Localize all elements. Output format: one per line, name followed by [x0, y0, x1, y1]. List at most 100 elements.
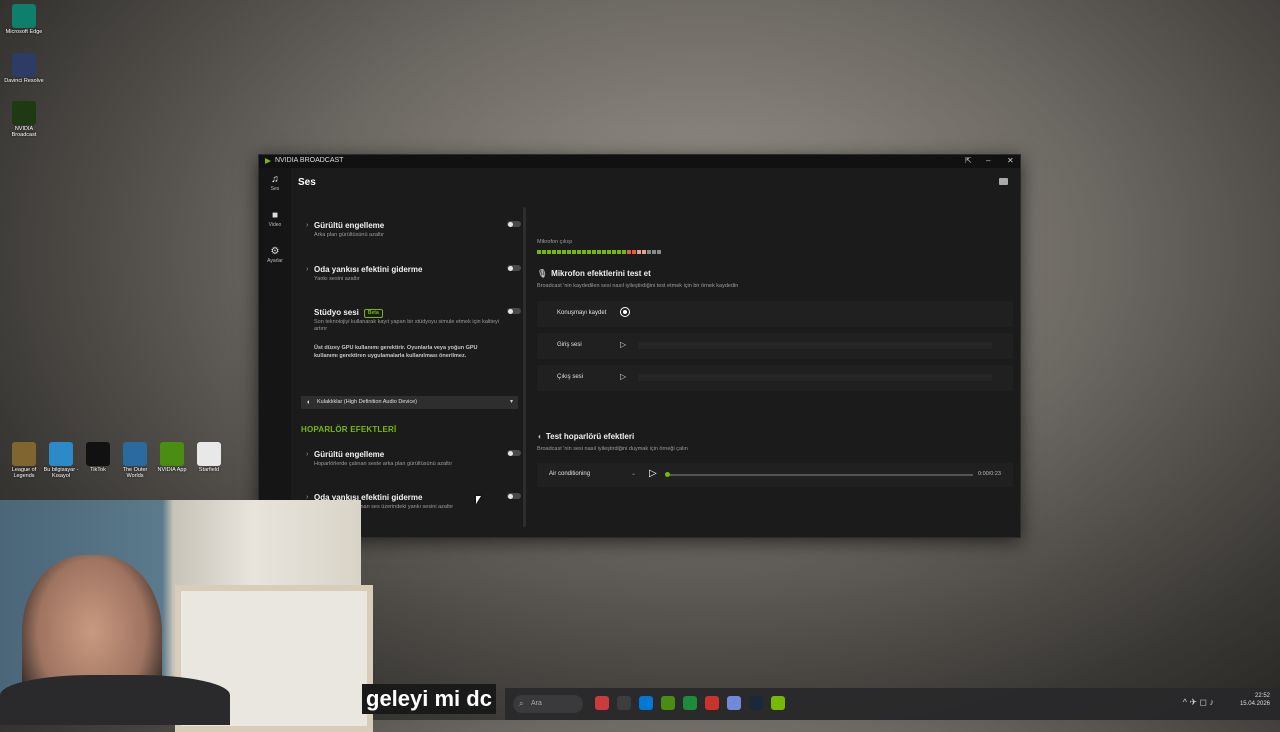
desktop-icon-davinci[interactable]: Davinci Resolve: [4, 53, 44, 84]
playback-time: 0:00/0:23: [978, 471, 1001, 477]
gear-icon: ⚙: [270, 246, 280, 257]
speaker-noise-toggle[interactable]: [507, 450, 521, 456]
nvidia-broadcast-icon: [12, 101, 36, 125]
speaker-test-desc: Broadcast 'nin sesi nasıl iyileştirdiğin…: [537, 446, 688, 452]
desktop-icon-outer-worlds[interactable]: The Outer Worlds: [115, 442, 155, 479]
device-name: Kulaklıklar (High Definition Audio Devic…: [317, 399, 417, 405]
chevron-right-icon[interactable]: ›: [306, 222, 308, 229]
taskbar-app-icon[interactable]: [661, 696, 675, 710]
noise-removal-toggle[interactable]: [507, 221, 521, 227]
effect-desc: Hoparlörlerde çalınan seste arka plan gü…: [314, 461, 453, 467]
tiktok-icon: [86, 442, 110, 466]
seek-handle[interactable]: [665, 472, 670, 477]
taskbar-app-icon[interactable]: [727, 696, 741, 710]
record-row: Konuşmayı kaydet: [537, 301, 1013, 327]
desktop-icon-label: The Outer Worlds: [122, 467, 148, 479]
meter-segment: [577, 250, 581, 254]
outer-worlds-icon: [123, 442, 147, 466]
system-tray[interactable]: ^ ✈ ◻ ♪ 22:52 15.04.2026: [1183, 692, 1270, 708]
title-bar[interactable]: NVIDIA BROADCAST ⇱ – ✕: [259, 155, 1020, 168]
desktop-icon-this-pc[interactable]: Bu bilgisayar - Kısayol: [41, 442, 81, 479]
pin-icon[interactable]: ⇱: [965, 156, 972, 165]
desktop-icon-starfield[interactable]: Starfield: [189, 442, 229, 473]
video-caption: geleyi mi dc: [362, 684, 496, 714]
play-button[interactable]: ▷: [649, 468, 657, 479]
record-label: Konuşmayı kaydet: [557, 310, 607, 316]
desktop-icon-nvidia-app[interactable]: NVIDIA App: [152, 442, 192, 473]
clock-date: 15.04.2026: [1239, 701, 1270, 707]
webcam-overlay: [0, 500, 373, 732]
nav-rail: ♫ Ses ■ Video ⚙ Ayarlar: [259, 168, 291, 537]
meter-segment: [557, 250, 561, 254]
output-waveform: [638, 374, 992, 381]
beta-badge: Beta: [363, 309, 383, 318]
minimize-button[interactable]: –: [986, 156, 990, 165]
taskbar-app-icon[interactable]: [749, 696, 763, 710]
input-label: Giriş sesi: [557, 342, 582, 348]
effect-name: Oda yankısı efektini giderme: [314, 265, 423, 274]
meter-segment: [547, 250, 551, 254]
test-panel: Mikrofon çıkışı 🎙 Mikrofon efektlerini te…: [537, 205, 1013, 535]
output-row: Çıkış sesi ▷: [537, 365, 1013, 391]
chevron-right-icon[interactable]: ›: [306, 266, 308, 273]
speaker-test-title: ◖ Test hoparlörü efektleri: [537, 432, 634, 441]
input-row: Giriş sesi ▷: [537, 333, 1013, 359]
room-echo-toggle[interactable]: [507, 265, 521, 271]
meter-segment: [552, 250, 556, 254]
speaker-device-select[interactable]: ◖ Kulaklıklar (High Definition Audio Dev…: [301, 396, 518, 409]
taskbar-app-icon[interactable]: [771, 696, 785, 710]
meter-segment: [627, 250, 631, 254]
seek-bar[interactable]: [667, 474, 973, 476]
mic-test-title: 🎙 Mikrofon efektlerini test et: [537, 269, 651, 278]
play-output-button[interactable]: ▷: [620, 372, 626, 381]
nav-video[interactable]: ■ Video: [259, 210, 291, 228]
webcam-person-body: [0, 675, 230, 725]
taskbar-app-icon[interactable]: [705, 696, 719, 710]
chevron-right-icon[interactable]: ›: [306, 451, 308, 458]
tray-icons[interactable]: ^ ✈ ◻ ♪: [1183, 698, 1214, 707]
nav-audio[interactable]: ♫ Ses: [259, 174, 291, 192]
taskbar-app-icon[interactable]: [617, 696, 631, 710]
feedback-icon[interactable]: [999, 178, 1008, 185]
meter-segment: [562, 250, 566, 254]
headset-icon: ♫: [271, 174, 279, 185]
desktop-icon-label: Bu bilgisayar - Kısayol: [43, 467, 79, 479]
desktop-icon-label: Starfield: [198, 467, 220, 473]
desktop-icon-label: TikTok: [90, 467, 106, 473]
desktop-icon-league[interactable]: League of Legends: [4, 442, 44, 479]
play-input-button[interactable]: ▷: [620, 340, 626, 349]
taskbar-app-icon[interactable]: [595, 696, 609, 710]
league-icon: [12, 442, 36, 466]
meter-segment: [572, 250, 576, 254]
chevron-down-icon[interactable]: ⌄: [631, 470, 636, 477]
meter-segment: [587, 250, 591, 254]
mouse-cursor: [476, 496, 481, 504]
close-button[interactable]: ✕: [1007, 156, 1014, 165]
desktop-icon-nvidia-broadcast[interactable]: NVIDIA Broadcast: [4, 101, 44, 138]
scrollbar[interactable]: [523, 207, 526, 527]
speaker-echo-toggle[interactable]: [507, 493, 521, 499]
desktop-icon-label: NVIDIA Broadcast: [11, 126, 37, 138]
effect-desc: Arka plan gürültüsünü azaltır: [314, 232, 385, 238]
taskbar-app-icon[interactable]: [639, 696, 653, 710]
meter-segment: [617, 250, 621, 254]
nav-video-label: Video: [268, 222, 282, 228]
meter-segment: [582, 250, 586, 254]
speaker-effects-header: HOPARLÖR EFEKTLERİ: [301, 425, 397, 434]
effects-panel: › Gürültü engelleme Arka plan gürültüsün…: [291, 205, 526, 537]
taskbar-app-icon[interactable]: [683, 696, 697, 710]
studio-voice-toggle[interactable]: [507, 308, 521, 314]
taskbar-search[interactable]: ⌕ Ara: [513, 695, 583, 713]
desktop-icon-tiktok[interactable]: TikTok: [78, 442, 118, 473]
davinci-icon: [12, 53, 36, 77]
chevron-down-icon: ▾: [509, 399, 513, 405]
input-waveform: [638, 342, 992, 349]
nav-settings[interactable]: ⚙ Ayarlar: [259, 246, 291, 264]
file-icon: [197, 442, 221, 466]
sample-select[interactable]: Air conditioning: [549, 471, 590, 477]
record-button[interactable]: [620, 307, 630, 317]
desktop-icon-edge[interactable]: Microsoft Edge: [4, 4, 44, 35]
nvidia-app-icon: [160, 442, 184, 466]
effect-desc: Son teknolojiyi kullanarak kayıt yapan b…: [314, 319, 499, 332]
meter-segment: [542, 250, 546, 254]
